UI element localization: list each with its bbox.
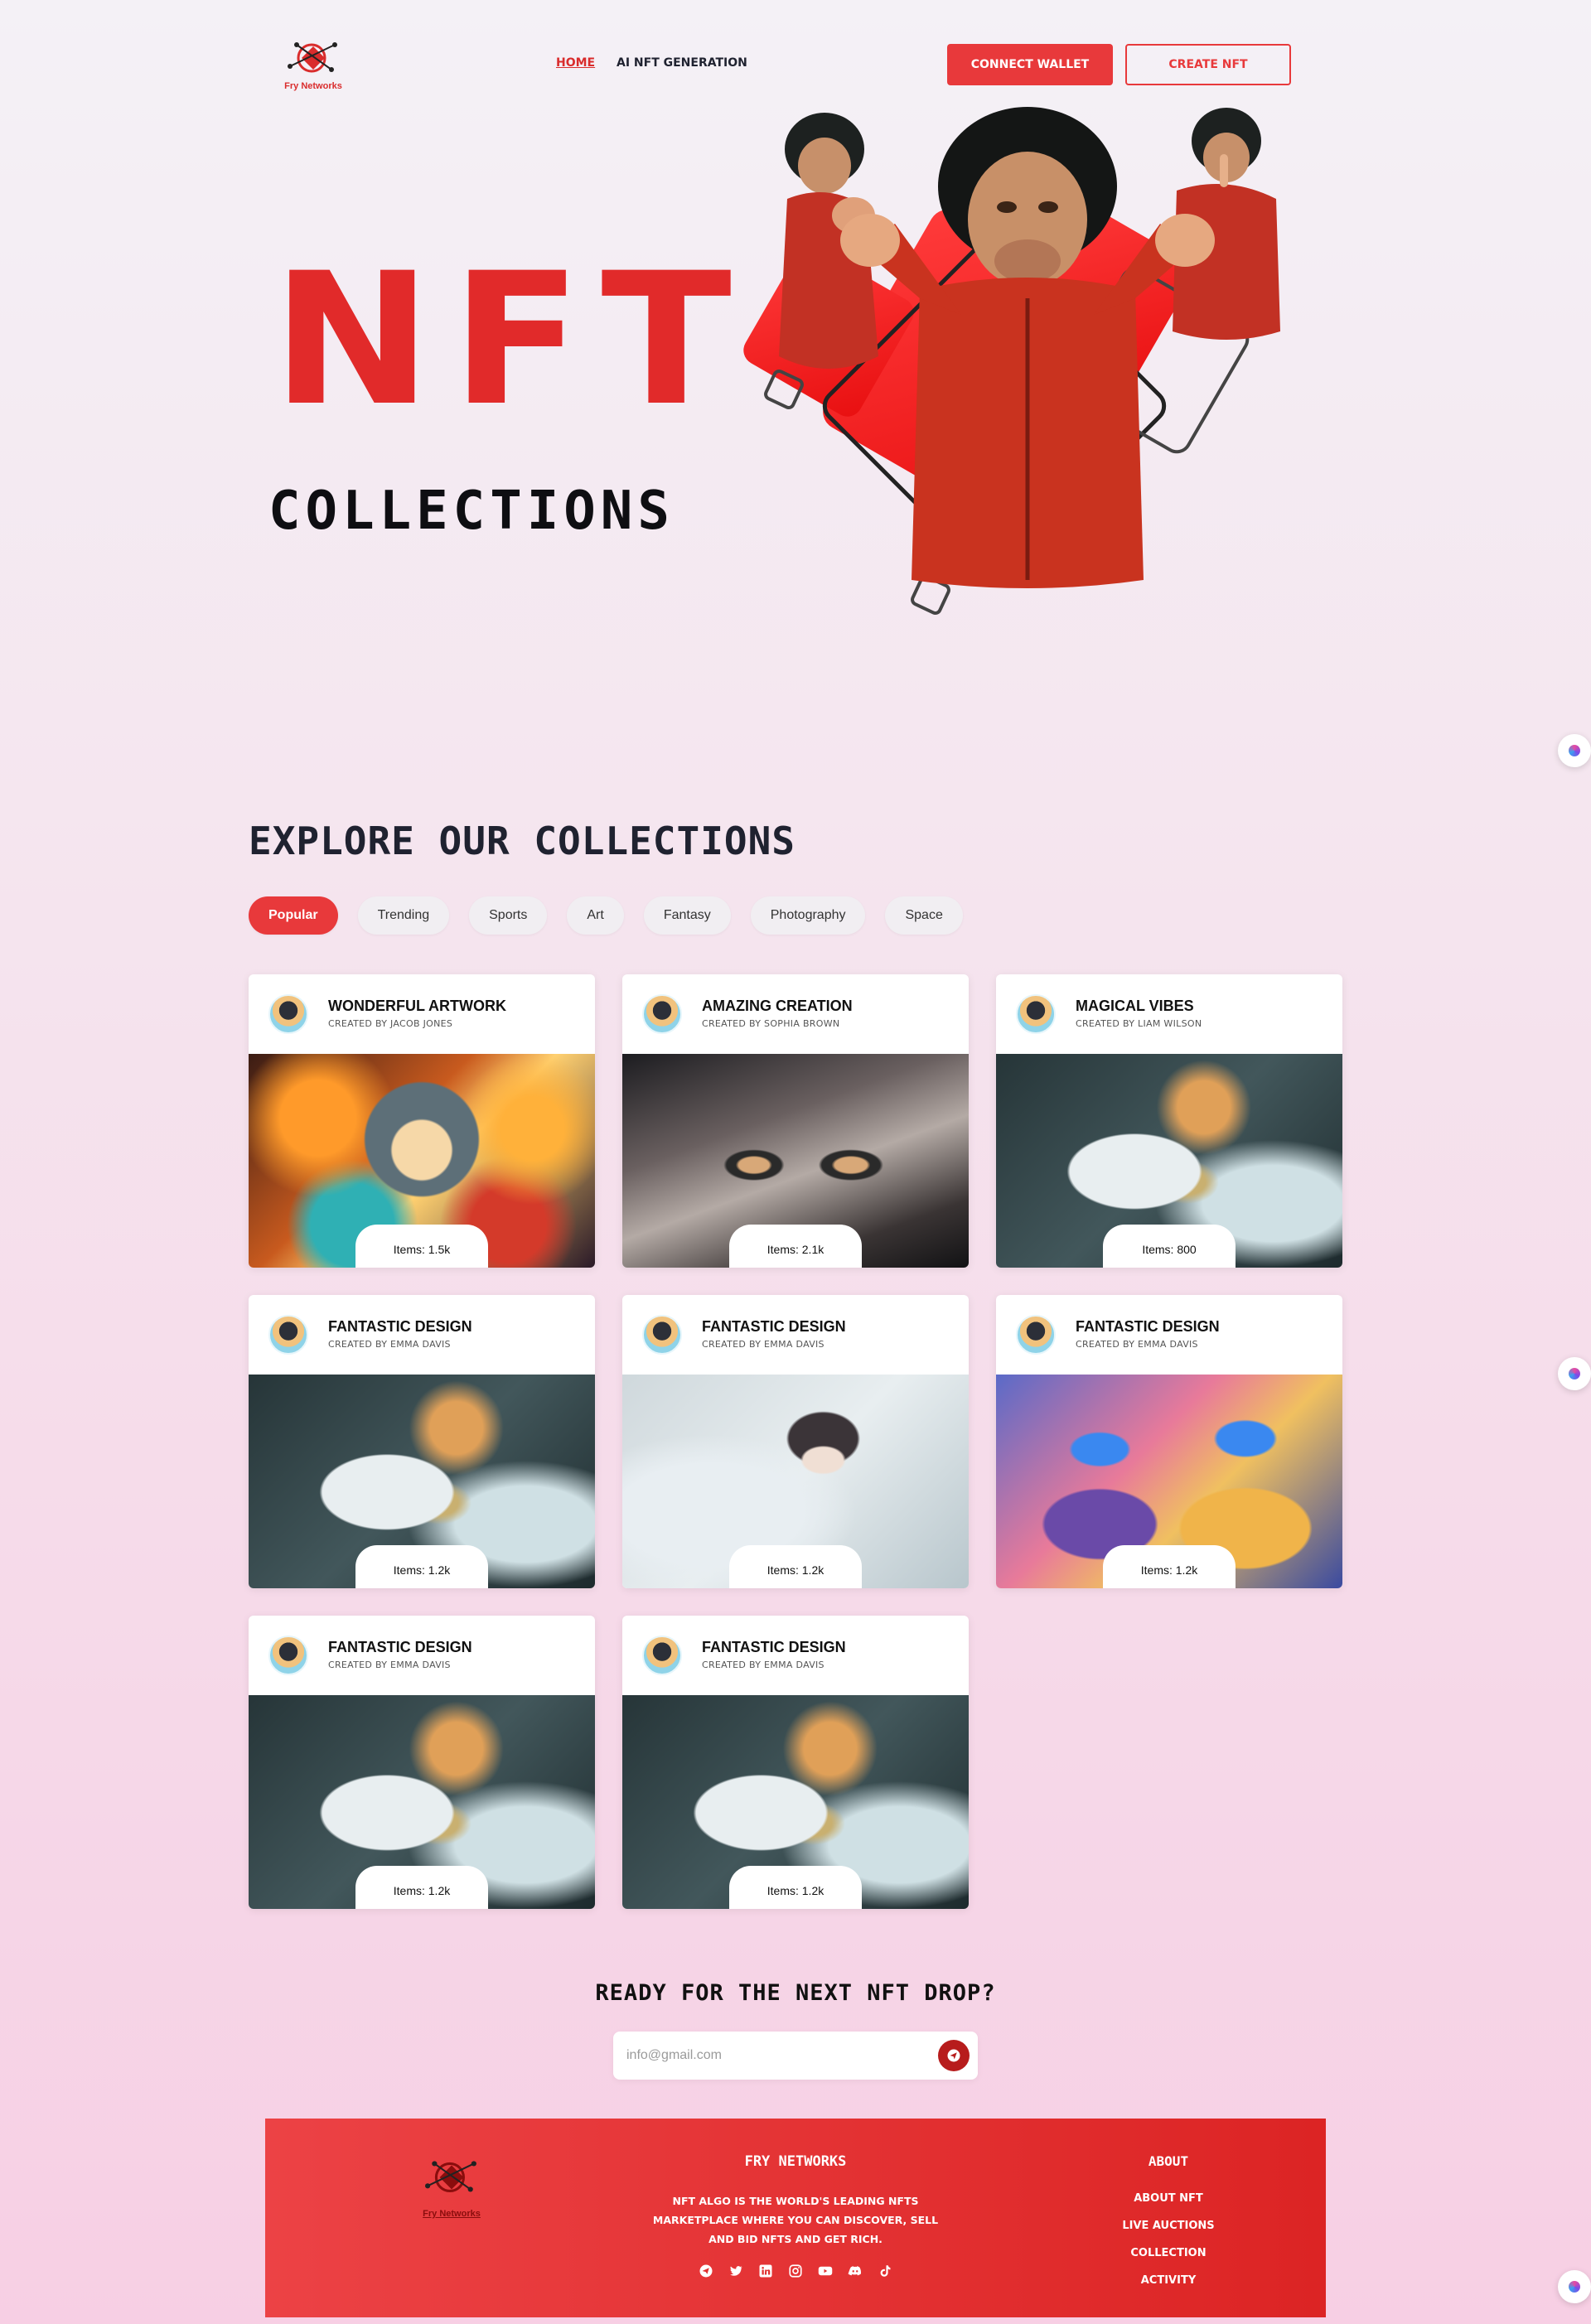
assistant-bubble-icon[interactable] [1558, 734, 1591, 767]
create-nft-button[interactable]: CREATE NFT [1125, 44, 1291, 85]
instagram-icon[interactable] [787, 2263, 804, 2279]
items-count: Items: 1.2k [729, 1866, 862, 1909]
card-title: MAGICAL VIBES [1076, 998, 1194, 1014]
items-count: Items: 800 [1103, 1225, 1236, 1268]
collection-card[interactable]: FANTASTIC DESIGN CREATED BY EMMA DAVIS I… [996, 1295, 1342, 1588]
card-image: Items: 800 [996, 1054, 1342, 1268]
card-image: Items: 1.5k [249, 1054, 595, 1268]
discord-icon[interactable] [847, 2263, 863, 2279]
hero-title: NFT [272, 234, 752, 446]
social-links [696, 2263, 895, 2279]
card-image: Items: 2.1k [622, 1054, 969, 1268]
nav-ai-generation-link[interactable]: AI NFT GENERATION [617, 56, 747, 70]
hero-subtitle: COLLECTIONS [268, 481, 675, 542]
tab-fantasy[interactable]: Fantasy [643, 896, 731, 935]
footer-link-collection[interactable]: COLLECTION [1102, 2239, 1235, 2267]
card-title: FANTASTIC DESIGN [328, 1639, 472, 1655]
avatar [268, 994, 308, 1034]
email-field[interactable] [626, 2043, 908, 2068]
nav-home-link[interactable]: HOME [556, 56, 595, 70]
avatar [268, 1635, 308, 1675]
card-creator: CREATED BY EMMA DAVIS [328, 1339, 451, 1350]
items-count: Items: 1.2k [355, 1545, 488, 1588]
telegram-icon[interactable] [698, 2263, 714, 2279]
collection-card[interactable]: MAGICAL VIBES CREATED BY LIAM WILSON Ite… [996, 974, 1342, 1268]
youtube-icon[interactable] [817, 2263, 834, 2279]
footer-brand: FRY NETWORKS [744, 2153, 847, 2170]
tab-space[interactable]: Space [885, 896, 963, 935]
collection-card[interactable]: FANTASTIC DESIGN CREATED BY EMMA DAVIS I… [249, 1616, 595, 1909]
items-count: Items: 2.1k [729, 1225, 862, 1268]
connect-wallet-button[interactable]: CONNECT WALLET [947, 44, 1113, 85]
newsletter-title: READY FOR THE NEXT NFT DROP? [595, 1980, 996, 2006]
avatar [1016, 994, 1056, 1034]
avatar [268, 1315, 308, 1355]
items-count: Items: 1.2k [1103, 1545, 1236, 1588]
avatar [642, 1635, 682, 1675]
card-title: FANTASTIC DESIGN [702, 1318, 846, 1335]
footer-link-activity[interactable]: ACTIVITY [1102, 2267, 1235, 2294]
tab-photography[interactable]: Photography [750, 896, 866, 935]
card-title: AMAZING CREATION [702, 998, 853, 1014]
footer-link-live-auctions[interactable]: LIVE AUCTIONS [1102, 2212, 1235, 2239]
twitter-icon[interactable] [728, 2263, 744, 2279]
site-footer: Fry Networks FRY NETWORKS NFT ALGO IS TH… [265, 2119, 1326, 2317]
card-image: Items: 1.2k [249, 1695, 595, 1909]
footer-logo[interactable]: Fry Networks [414, 2152, 489, 2219]
explore-title: EXPLORE OUR COLLECTIONS [249, 819, 796, 863]
logo-emblem-icon [425, 2161, 476, 2193]
avatar [642, 1315, 682, 1355]
card-title: FANTASTIC DESIGN [328, 1318, 472, 1335]
tab-art[interactable]: Art [567, 896, 624, 935]
logo-emblem-icon [288, 42, 337, 73]
assistant-bubble-icon[interactable] [1558, 2270, 1591, 2303]
card-title: WONDERFUL ARTWORK [328, 998, 506, 1014]
send-icon [947, 2049, 960, 2062]
newsletter-form [613, 2032, 978, 2080]
tiktok-icon[interactable] [877, 2263, 893, 2279]
card-creator: CREATED BY EMMA DAVIS [702, 1660, 825, 1670]
footer-link-about-nft[interactable]: ABOUT NFT [1102, 2185, 1235, 2212]
card-creator: CREATED BY EMMA DAVIS [702, 1339, 825, 1350]
avatar [1016, 1315, 1056, 1355]
card-creator: CREATED BY SOPHIA BROWN [702, 1018, 840, 1029]
card-title: FANTASTIC DESIGN [702, 1639, 846, 1655]
footer-logo-text: Fry Networks [423, 2209, 481, 2219]
collection-card[interactable]: FANTASTIC DESIGN CREATED BY EMMA DAVIS I… [249, 1295, 595, 1588]
avatar [642, 994, 682, 1034]
card-image: Items: 1.2k [249, 1375, 595, 1588]
send-button[interactable] [938, 2040, 970, 2071]
category-tabs: Popular Trending Sports Art Fantasy Phot… [249, 896, 963, 935]
collection-card[interactable]: FANTASTIC DESIGN CREATED BY EMMA DAVIS I… [622, 1295, 969, 1588]
items-count: Items: 1.2k [355, 1866, 488, 1909]
tab-popular[interactable]: Popular [249, 896, 338, 935]
tab-trending[interactable]: Trending [357, 896, 450, 935]
card-creator: CREATED BY EMMA DAVIS [328, 1660, 451, 1670]
tab-sports[interactable]: Sports [469, 896, 548, 935]
site-logo[interactable]: Fry Networks [280, 33, 346, 93]
collection-card[interactable]: FANTASTIC DESIGN CREATED BY EMMA DAVIS I… [622, 1616, 969, 1909]
card-creator: CREATED BY JACOB JONES [328, 1018, 453, 1029]
card-creator: CREATED BY LIAM WILSON [1076, 1018, 1202, 1029]
footer-links: ABOUT NFT LIVE AUCTIONS COLLECTION ACTIV… [1102, 2185, 1235, 2294]
assistant-bubble-icon[interactable] [1558, 1357, 1591, 1390]
items-count: Items: 1.2k [729, 1545, 862, 1588]
card-image: Items: 1.2k [622, 1375, 969, 1588]
hero-monkey-illustration [743, 107, 1280, 615]
card-image: Items: 1.2k [622, 1695, 969, 1909]
collection-card[interactable]: WONDERFUL ARTWORK CREATED BY JACOB JONES… [249, 974, 595, 1268]
card-image: Items: 1.2k [996, 1375, 1342, 1588]
footer-about-title: ABOUT [1148, 2153, 1189, 2169]
card-title: FANTASTIC DESIGN [1076, 1318, 1220, 1335]
logo-text: Fry Networks [284, 81, 342, 91]
linkedin-icon[interactable] [757, 2263, 774, 2279]
footer-description: NFT ALGO IS THE WORLD'S LEADING NFTS MAR… [652, 2195, 939, 2245]
collection-card[interactable]: AMAZING CREATION CREATED BY SOPHIA BROWN… [622, 974, 969, 1268]
card-creator: CREATED BY EMMA DAVIS [1076, 1339, 1198, 1350]
items-count: Items: 1.5k [355, 1225, 488, 1268]
